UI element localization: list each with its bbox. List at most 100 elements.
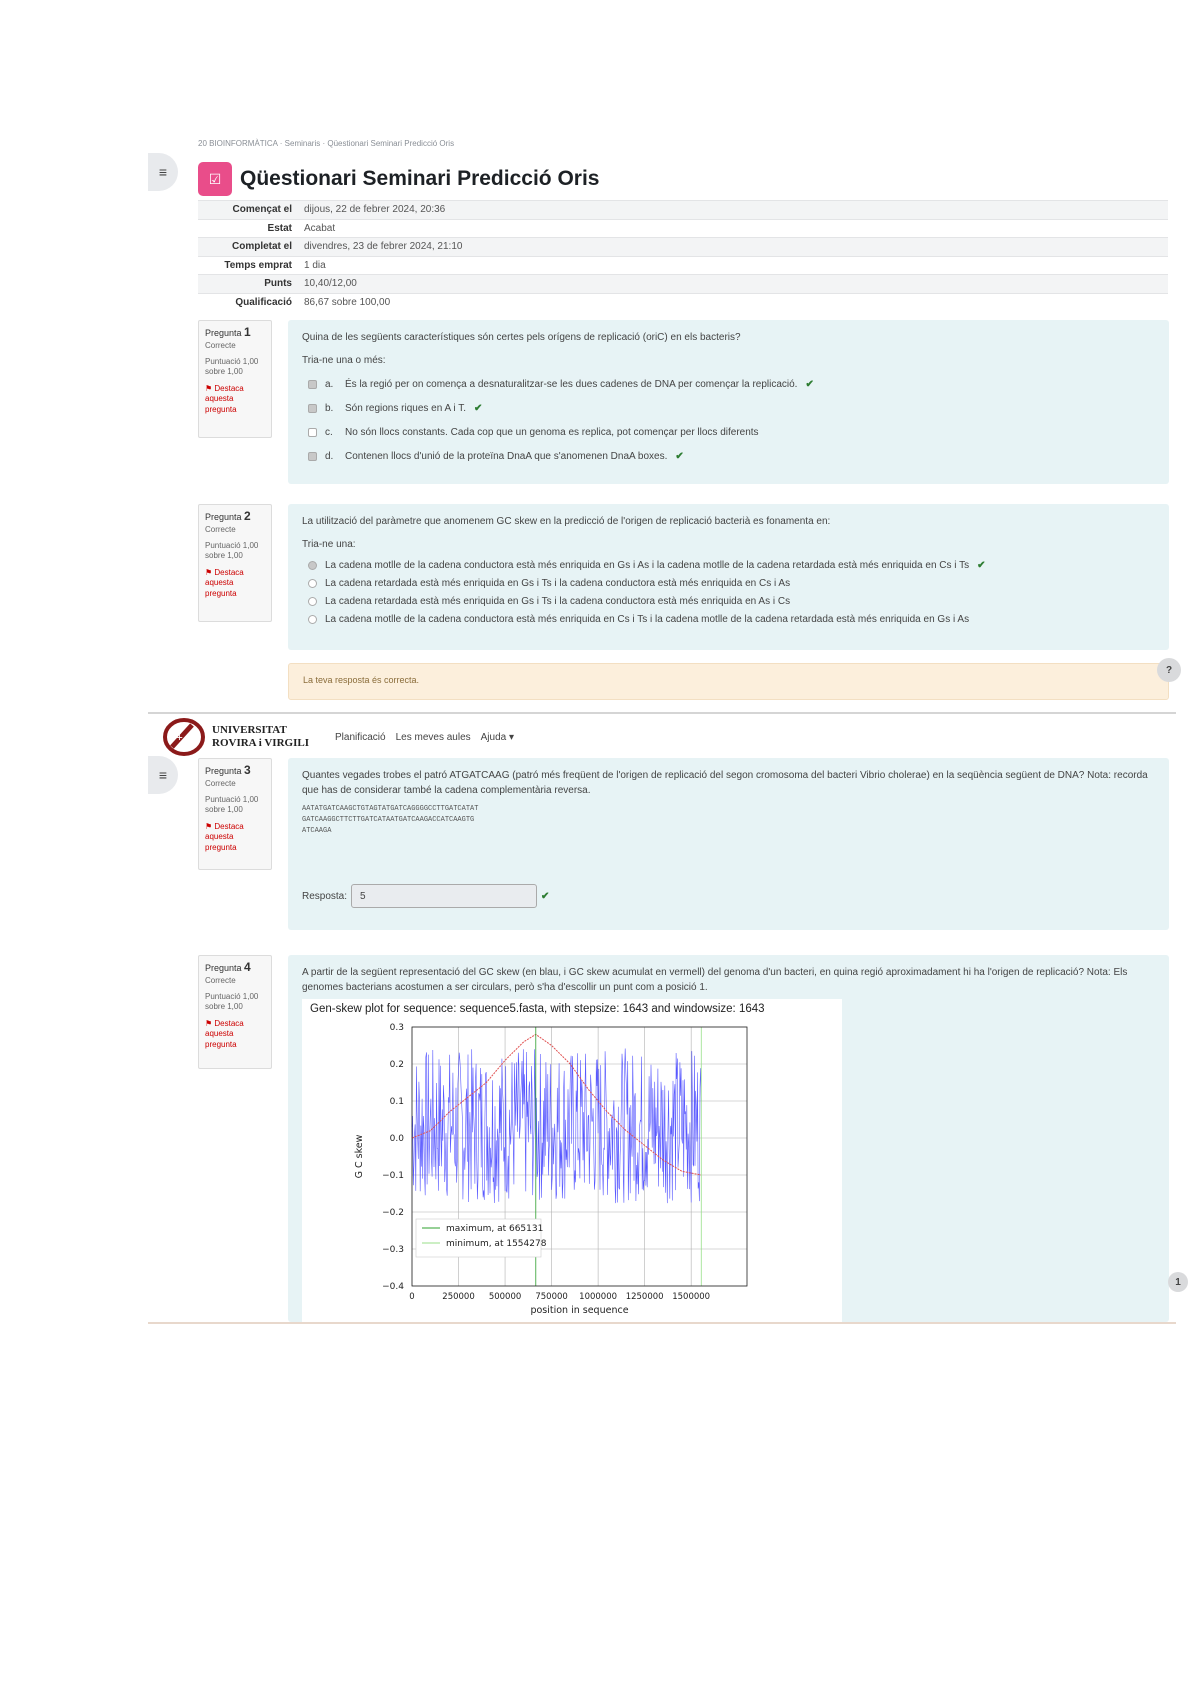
question-text: La utilització del paràmetre que anomene… — [302, 516, 831, 527]
flag-question-link[interactable]: ⚑ Destaca aquesta pregunta — [205, 568, 265, 599]
question-4-content: A partir de la següent representació del… — [288, 955, 1169, 1324]
flag-icon: ⚑ — [205, 821, 215, 831]
nav-link-help[interactable]: Ajuda ▾ — [481, 732, 514, 743]
y-axis-label: G C skew — [354, 1134, 365, 1178]
flag-question-link[interactable]: ⚑ Destaca aquesta pregunta — [205, 384, 265, 415]
answer-label: Resposta: — [302, 890, 348, 902]
scroll-indicator-button[interactable]: 1 — [1168, 1272, 1188, 1292]
question-mark: Puntuació 1,00 sobre 1,00 — [205, 991, 259, 1012]
y-tick-label: −0.4 — [382, 1282, 404, 1292]
correct-check-icon: ✔ — [474, 402, 483, 414]
question-2-feedback: La teva resposta és correcta. — [288, 663, 1169, 700]
radio-button[interactable] — [308, 560, 317, 570]
question-mark: Puntuació 1,00 sobre 1,00 — [205, 794, 259, 815]
summary-label: Completat el — [198, 237, 302, 256]
legend-label: maximum, at 665131 — [446, 1224, 543, 1234]
y-tick-label: 0.3 — [390, 1023, 404, 1033]
answer-prompt: Tria-ne una: — [302, 539, 356, 550]
chart-svg: −0.4 −0.3 −0.2 −0.1 0.0 0.1 0.2 0.3 0 250000 50000… — [354, 1023, 748, 1316]
summary-value: 1 dia — [302, 255, 1168, 275]
university-logo[interactable]: + UNIVERSITAT ROVIRA i VIRGILI — [162, 717, 309, 757]
checkbox[interactable] — [308, 427, 317, 437]
page-header: ☑ Qüestionari Seminari Predicció Oris — [198, 162, 599, 196]
flag-icon: ⚑ — [205, 1018, 215, 1028]
urv-logo-icon: + — [163, 718, 205, 756]
gc-skew-line — [411, 1048, 702, 1204]
question-mark: Puntuació 1,00 sobre 1,00 — [205, 356, 259, 377]
footer-divider — [148, 1322, 1176, 1324]
summary-label: Punts — [198, 274, 302, 293]
question-4-info: Pregunta 4 Correcte Puntuació 1,00 sobre… — [198, 955, 272, 1069]
y-tick-label: 0.0 — [390, 1134, 405, 1144]
answer-option[interactable]: La cadena retardada està més enriquida e… — [302, 592, 1155, 610]
checkbox[interactable] — [308, 451, 317, 461]
answer-input[interactable] — [351, 884, 538, 908]
correct-check-icon: ✔ — [977, 559, 986, 571]
answer-option[interactable]: d. Contenen llocs d'unió de la proteïna D… — [302, 444, 1155, 468]
breadcrumb[interactable]: 20 BIOINFORMÀTICA · Seminaris · Qüestion… — [198, 139, 454, 148]
summary-row: Completat el divendres, 23 de febrer 2024… — [198, 237, 1168, 256]
y-tick-label: 0.2 — [390, 1060, 404, 1070]
radio-button[interactable] — [308, 596, 317, 606]
summary-label: Estat — [198, 218, 302, 238]
question-text: A partir de la següent representació del… — [302, 967, 1128, 993]
flag-icon: ⚑ — [205, 567, 215, 577]
question-1-info: Pregunta 1 Correcte Puntuació 1,00 sobre… — [198, 320, 272, 438]
top-navbar: + UNIVERSITAT ROVIRA i VIRGILI Planifica… — [148, 712, 1176, 760]
summary-label: Qualificació — [198, 292, 302, 312]
answer-row: Resposta: ✔ — [302, 884, 549, 908]
answer-option[interactable]: c. No són llocs constants. Cada cop que u… — [302, 420, 1155, 444]
answer-option[interactable]: b. Són regions riques en A i T. ✔ — [302, 396, 1155, 420]
question-2-content: La utilització del paràmetre que anomene… — [288, 504, 1169, 650]
question-text: Quina de les següents característiques s… — [302, 332, 741, 343]
correct-check-icon: ✔ — [675, 450, 684, 462]
y-tick-label: −0.1 — [382, 1171, 404, 1181]
y-tick-label: 0.1 — [390, 1097, 404, 1107]
dna-sequence: AATATGATCAAGCTGTAGTATGATCAGGGGCCTTGATCAT… — [302, 805, 479, 835]
radio-button[interactable] — [308, 578, 317, 588]
correct-check-icon: ✔ — [541, 890, 550, 902]
x-tick-label: 750000 — [535, 1292, 567, 1302]
menu-icon: ≡ — [158, 767, 168, 783]
summary-label: Temps emprat — [198, 255, 302, 275]
answer-option[interactable]: La cadena retardada està més enriquida e… — [302, 574, 1155, 592]
question-number: Pregunta 4 — [205, 960, 251, 974]
course-index-toggle[interactable]: ≡ — [148, 756, 178, 794]
summary-row: Temps emprat 1 dia — [198, 255, 1168, 275]
answer-option[interactable]: La cadena motlle de la cadena conductora… — [302, 610, 1155, 628]
radio-button[interactable] — [308, 614, 317, 624]
x-tick-label: 0 — [409, 1292, 414, 1302]
summary-value: divendres, 23 de febrer 2024, 21:10 — [302, 237, 1168, 256]
summary-row: Qualificació 86,67 sobre 100,00 — [198, 292, 1168, 312]
help-button[interactable]: ? — [1157, 658, 1181, 682]
checkbox[interactable] — [308, 379, 317, 389]
summary-row: Estat Acabat — [198, 218, 1168, 238]
y-tick-label: −0.2 — [382, 1208, 404, 1218]
question-state: Correcte — [205, 340, 236, 350]
gc-skew-chart: Gen-skew plot for sequence: sequence5.fa… — [302, 999, 842, 1324]
help-icon: 1 — [1175, 1276, 1181, 1288]
legend-label: minimum, at 1554278 — [446, 1239, 547, 1249]
question-number: Pregunta 1 — [205, 325, 251, 339]
flag-question-link[interactable]: ⚑ Destaca aquesta pregunta — [205, 822, 265, 853]
x-tick-label: 1250000 — [626, 1292, 664, 1302]
correct-check-icon: ✔ — [805, 378, 814, 390]
summary-label: Començat el — [198, 200, 302, 219]
nav-link-planning[interactable]: Planificació — [335, 732, 386, 743]
question-3-content: Quantes vegades trobes el patró ATGATCAA… — [288, 758, 1169, 930]
question-number: Pregunta 3 — [205, 763, 251, 777]
summary-value: Acabat — [302, 218, 1168, 238]
attempt-summary-table: Començat el dijous, 22 de febrer 2024, 20… — [198, 200, 1168, 312]
quiz-icon: ☑ — [198, 162, 232, 196]
x-tick-label: 1500000 — [672, 1292, 710, 1302]
nav-link-my-courses[interactable]: Les meves aules — [396, 732, 471, 743]
answer-option[interactable]: La cadena motlle de la cadena conductora… — [302, 556, 1155, 574]
question-text: Quantes vegades trobes el patró ATGATCAA… — [302, 770, 1148, 796]
x-axis-label: position in sequence — [530, 1305, 628, 1316]
x-tick-label: 500000 — [489, 1292, 521, 1302]
checkbox[interactable] — [308, 403, 317, 413]
course-index-toggle[interactable]: ≡ — [148, 153, 178, 191]
answer-option[interactable]: a. És la regió per on comença a desnatura… — [302, 372, 1155, 396]
flag-question-link[interactable]: ⚑ Destaca aquesta pregunta — [205, 1019, 265, 1050]
question-3-info: Pregunta 3 Correcte Puntuació 1,00 sobre… — [198, 758, 272, 870]
